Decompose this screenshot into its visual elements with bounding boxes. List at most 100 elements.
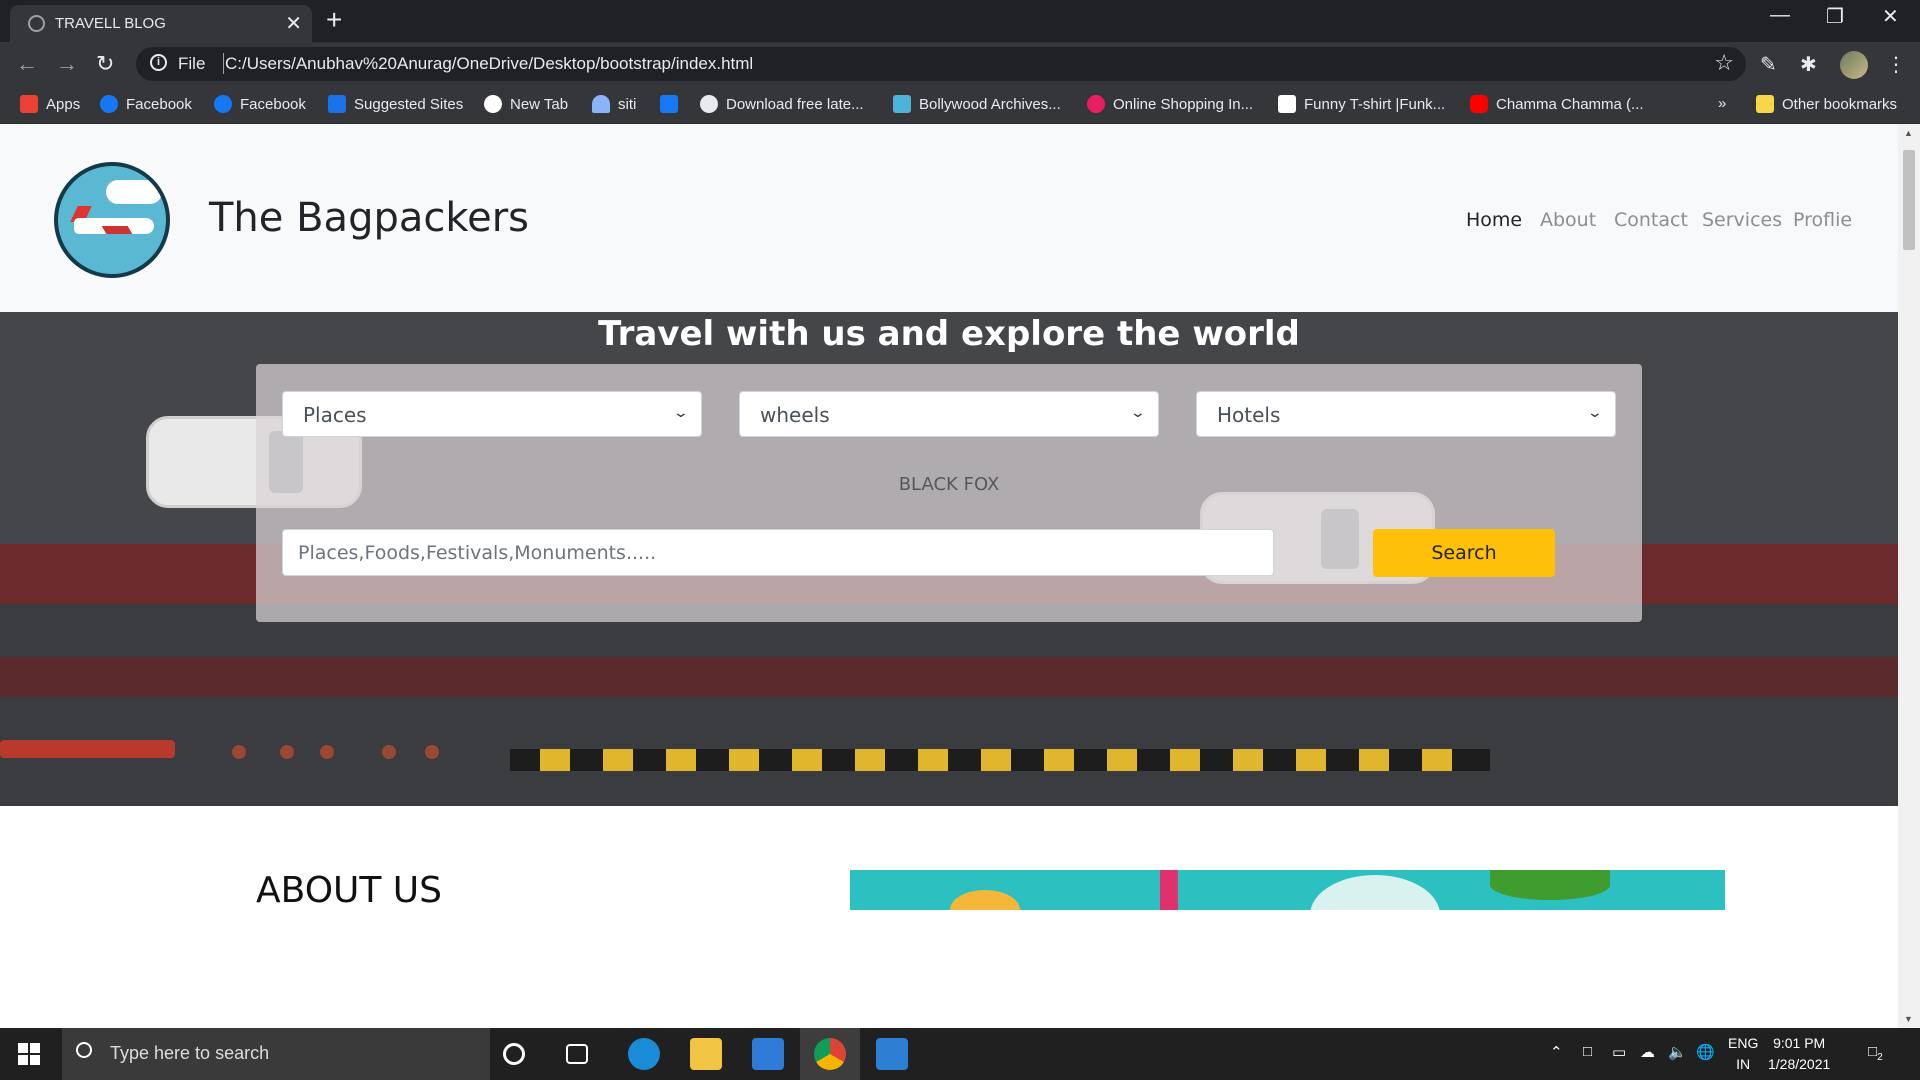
bookmark-new-tab[interactable]: New Tab — [484, 95, 568, 113]
battery-icon[interactable]: ▭ — [1612, 1043, 1626, 1061]
file-explorer-icon[interactable] — [690, 1038, 722, 1070]
menu-kebab-icon[interactable]: ⋮ — [1886, 52, 1906, 77]
browser-tab[interactable]: TRAVELL BLOG ✕ — [10, 5, 312, 42]
bookmark-label: Chamma Chamma (... — [1496, 96, 1644, 113]
panel-label: BLACK FOX — [898, 474, 1000, 495]
taskbar-clock[interactable]: 9:01 PM 1/28/2021 — [1768, 1033, 1830, 1075]
input-language[interactable]: ENG IN — [1728, 1033, 1758, 1075]
bookmark-label: Bollywood Archives... — [919, 96, 1061, 113]
minimize-icon[interactable]: — — [1770, 4, 1790, 27]
about-image — [850, 870, 1725, 910]
bookmark-facebook-1[interactable]: Facebook — [100, 95, 192, 113]
nav-contact[interactable]: Contact — [1614, 209, 1688, 231]
about-image-shape — [1160, 870, 1178, 910]
chevron-down-icon: ⌄ — [1586, 404, 1604, 420]
url-text[interactable]: C:/Users/Anubhav%20Anurag/OneDrive/Deskt… — [225, 54, 753, 74]
wheels-select[interactable]: wheels ⌄ — [739, 391, 1159, 437]
bookmark-facebook-2[interactable]: Facebook — [214, 95, 306, 113]
bookmark-facebook-3[interactable] — [660, 95, 686, 113]
omnibox[interactable]: i File C:/Users/Anubhav%20Anurag/OneDriv… — [136, 47, 1746, 81]
chevron-down-icon: ⌄ — [1129, 404, 1147, 420]
tab-title: TRAVELL BLOG — [55, 15, 166, 32]
bookmark-chamma-chamma[interactable]: Chamma Chamma (... — [1470, 95, 1644, 113]
cloud-icon — [592, 95, 610, 113]
search-input[interactable]: Places,Foods,Festivals,Monuments..... — [282, 529, 1274, 576]
mail-icon[interactable] — [752, 1038, 784, 1070]
hero-title: Travel with us and explore the world — [598, 314, 1300, 354]
hero-bollard — [320, 745, 334, 759]
close-window-icon[interactable]: ✕ — [1882, 4, 1899, 29]
other-bookmarks[interactable]: Other bookmarks — [1756, 95, 1897, 113]
bookmark-label: Facebook — [126, 96, 192, 113]
bookmark-download-free[interactable]: Download free late... — [700, 95, 864, 113]
nav-home[interactable]: Home — [1466, 209, 1522, 231]
edge-icon[interactable] — [628, 1038, 660, 1070]
scrollbar-thumb[interactable] — [1903, 150, 1915, 250]
hotels-select[interactable]: Hotels ⌄ — [1196, 391, 1616, 437]
scroll-down-icon[interactable]: ▼ — [1904, 1014, 1913, 1024]
hero-cones — [0, 740, 175, 758]
site-brand[interactable]: The Bagpackers — [209, 195, 529, 241]
volume-icon[interactable]: 🔈 — [1668, 1043, 1687, 1061]
bookmark-siti[interactable]: siti — [592, 95, 636, 113]
bookmark-apps[interactable]: Apps — [20, 95, 80, 113]
app-icon[interactable] — [876, 1038, 908, 1070]
bookmark-star-icon[interactable]: ☆ — [1714, 50, 1734, 76]
bookmarks-overflow-icon[interactable]: » — [1718, 95, 1726, 112]
bookmark-label: siti — [618, 96, 637, 113]
bookmark-funny-tshirt[interactable]: Funny T-shirt |Funk... — [1278, 95, 1445, 113]
search-placeholder: Places,Foods,Festivals,Monuments..... — [298, 542, 657, 564]
browser-tab-strip: TRAVELL BLOG ✕ + — ❐ ✕ — [0, 0, 1920, 42]
about-image-shape — [950, 890, 1020, 910]
youtube-icon — [1470, 95, 1488, 113]
globe-icon — [700, 95, 718, 113]
apps-grid-icon — [20, 95, 38, 113]
site-logo[interactable] — [54, 162, 170, 278]
region-code: IN — [1736, 1056, 1751, 1072]
new-tab-button[interactable]: + — [326, 4, 342, 36]
show-hidden-icons[interactable]: ⌃ — [1550, 1043, 1563, 1061]
bookmark-bollywood-archives[interactable]: Bollywood Archives... — [893, 95, 1061, 113]
about-image-shape — [1490, 870, 1610, 900]
reload-icon[interactable]: ↻ — [96, 51, 114, 77]
forward-icon[interactable]: → — [56, 51, 78, 77]
bookmark-label: Suggested Sites — [354, 96, 464, 113]
hero-red-lane-lower — [0, 657, 1898, 697]
bookmark-suggested-sites[interactable]: Suggested Sites — [328, 95, 463, 113]
page-scrollbar[interactable]: ▲ ▼ — [1898, 124, 1920, 1028]
site-icon — [893, 95, 911, 113]
shopping-icon — [1087, 95, 1105, 113]
puzzle-extensions-icon[interactable]: ✱ — [1800, 52, 1817, 77]
nav-services[interactable]: Services — [1702, 209, 1782, 231]
meet-now-icon[interactable]: □ — [1583, 1043, 1592, 1060]
restore-icon[interactable]: ❐ — [1826, 4, 1844, 29]
bookmark-online-shopping[interactable]: Online Shopping In... — [1087, 95, 1253, 113]
back-icon[interactable]: ← — [16, 51, 38, 77]
windows-start-icon[interactable] — [18, 1043, 40, 1065]
hero-barrier — [510, 749, 1490, 771]
bookmark-label: Other bookmarks — [1782, 96, 1898, 113]
notification-center-icon[interactable]: □2 — [1868, 1043, 1883, 1063]
bookmark-label: New Tab — [510, 96, 569, 113]
logo-plane-wing — [101, 226, 133, 234]
bookmark-label: Online Shopping In... — [1113, 96, 1254, 113]
places-select[interactable]: Places ⌄ — [282, 391, 702, 437]
taskbar-search-box[interactable]: Type here to search — [62, 1028, 490, 1080]
network-icon[interactable]: ☁ — [1640, 1043, 1655, 1061]
cortana-icon[interactable] — [503, 1043, 525, 1065]
pen-extension-icon[interactable]: ✎ — [1760, 52, 1777, 77]
close-tab-icon[interactable]: ✕ — [285, 11, 302, 36]
page-viewport: The Bagpackers Home About Contact Servic… — [0, 124, 1898, 1028]
nav-profile[interactable]: Proflie — [1793, 209, 1852, 231]
scroll-up-icon[interactable]: ▲ — [1904, 128, 1913, 138]
bookmark-label: Download free late... — [726, 96, 864, 113]
task-view-icon[interactable] — [566, 1044, 588, 1064]
language-globe-icon[interactable]: 🌐 — [1696, 1043, 1715, 1061]
language-code: ENG — [1728, 1035, 1759, 1051]
info-icon[interactable]: i — [150, 54, 167, 71]
nav-about[interactable]: About — [1540, 209, 1596, 231]
search-button[interactable]: Search — [1373, 529, 1555, 577]
chrome-icon[interactable] — [814, 1038, 846, 1070]
hero-bollard — [232, 745, 246, 759]
profile-avatar[interactable] — [1840, 51, 1868, 79]
